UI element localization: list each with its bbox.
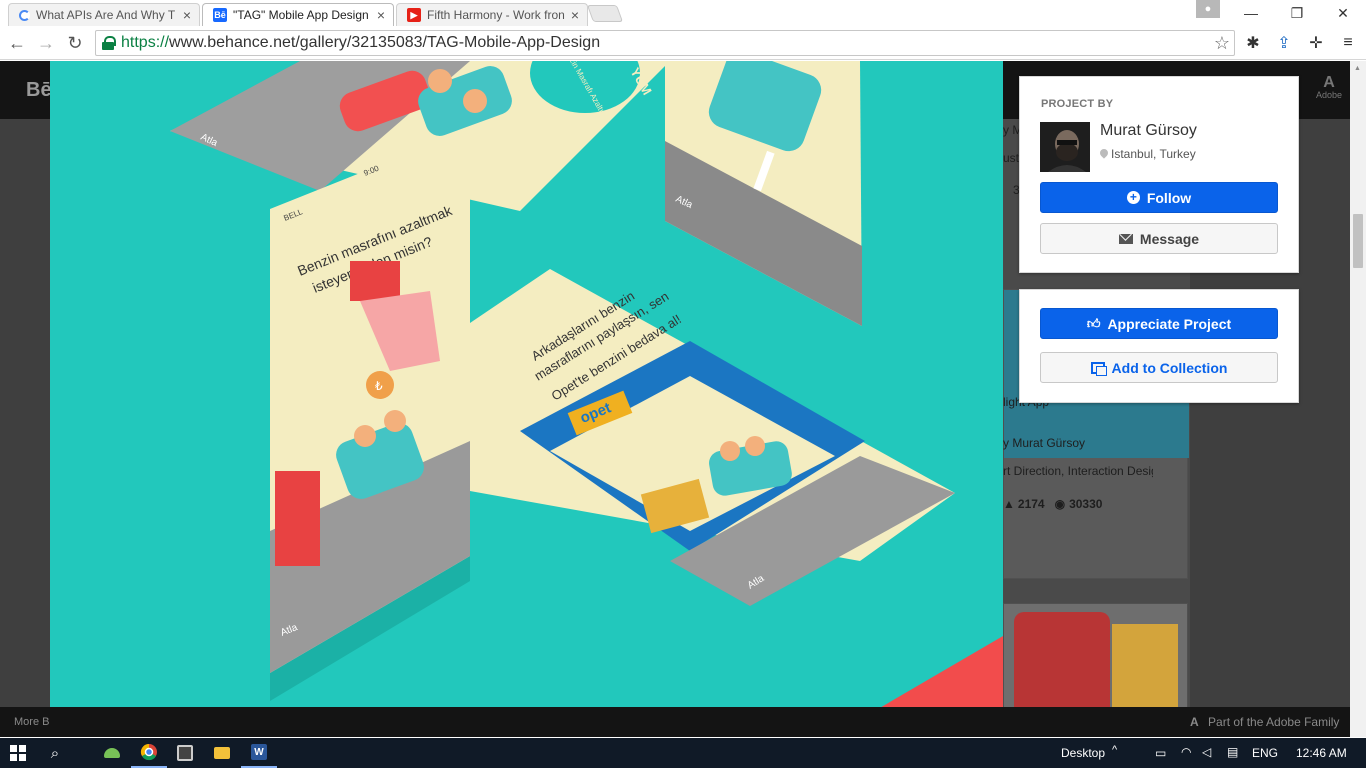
lock-icon: [102, 36, 116, 50]
eye-icon: ◉: [1054, 497, 1066, 511]
clock[interactable]: 12:46 AM: [1296, 746, 1347, 760]
adobe-label: Adobe: [1316, 90, 1343, 100]
close-tab-icon[interactable]: ×: [377, 7, 385, 23]
wifi-icon[interactable]: ◠: [1181, 745, 1191, 759]
browser-tab-strip: What APIs Are And Why T × Bē "TAG" Mobil…: [0, 0, 1366, 26]
bug-extension-icon[interactable]: ✱: [1241, 31, 1265, 55]
chrome-menu-icon[interactable]: ≡: [1336, 31, 1360, 55]
browser-toolbar: ← → ↻ https://www.behance.net/gallery/32…: [0, 26, 1366, 60]
address-bar[interactable]: https://www.behance.net/gallery/32135083…: [95, 30, 1235, 56]
related-project-fields: rt Direction, Interaction Desig...: [1003, 464, 1153, 478]
volume-icon[interactable]: ◁: [1202, 745, 1211, 759]
crosshair-extension-icon[interactable]: ✛: [1304, 31, 1328, 55]
action-center-icon[interactable]: ▤: [1227, 745, 1238, 759]
appreciate-button-label: Appreciate Project: [1107, 315, 1232, 332]
related-snippet: ust: [1003, 151, 1020, 165]
add-to-collection-button[interactable]: Add to Collection: [1040, 352, 1278, 383]
appreciate-project-button[interactable]: 👍︎ Appreciate Project: [1040, 308, 1278, 339]
user-profile-icon[interactable]: ●: [1196, 0, 1220, 18]
scroll-up-icon[interactable]: ▲: [1354, 65, 1361, 72]
views-count: 30330: [1069, 497, 1103, 511]
close-tab-icon[interactable]: ×: [183, 7, 191, 23]
author-location: Istanbul, Turkey: [1100, 147, 1196, 161]
collection-icon: [1090, 361, 1107, 376]
tab-what-apis[interactable]: What APIs Are And Why T ×: [8, 3, 200, 26]
forward-arrow-icon[interactable]: →: [35, 32, 57, 54]
footer-more-link[interactable]: More B: [14, 716, 49, 728]
artwork-illustration: Atla Benzin Masrafı Azaltırım YÜM Atla B…: [170, 61, 1003, 737]
tab-fifth-harmony[interactable]: ▶ Fifth Harmony - Work fron ×: [396, 3, 588, 26]
follow-button-label: Follow: [1146, 189, 1192, 206]
tab-title: Fifth Harmony - Work fron: [427, 8, 565, 22]
url-path: www.behance.net/gallery/32135083/TAG-Mob…: [169, 34, 601, 51]
url-scheme: https://: [121, 34, 170, 51]
behance-logo[interactable]: Bē: [26, 79, 52, 102]
screen-top-right: Atla: [665, 61, 862, 326]
svg-text:₺: ₺: [375, 379, 383, 393]
author-location-text: Istanbul, Turkey: [1111, 147, 1196, 161]
page-viewport: Bē A Adobe y M ust 3 light App y Murat G…: [0, 61, 1350, 737]
close-tab-icon[interactable]: ×: [571, 7, 579, 23]
message-button-label: Message: [1139, 230, 1200, 247]
upload-extension-icon[interactable]: ⇪: [1272, 31, 1296, 55]
message-button[interactable]: Message: [1040, 223, 1278, 254]
windows-taskbar: ⌕ W Desktop ^ ▭ ◠ ◁ ▤ ENG 12:46 AM: [0, 738, 1366, 768]
word-icon[interactable]: W: [241, 738, 277, 768]
avatar[interactable]: [1040, 122, 1090, 172]
author-name[interactable]: Murat Gürsoy: [1100, 122, 1197, 140]
avatar-image: [1040, 122, 1090, 172]
project-owner-panel: PROJECT BY Murat Gürsoy Istanbul, Turkey…: [1019, 76, 1299, 273]
file-explorer-icon[interactable]: [204, 738, 240, 768]
back-arrow-icon[interactable]: ←: [6, 32, 28, 54]
adobe-logo[interactable]: A Adobe: [1316, 75, 1343, 101]
reload-icon[interactable]: ↻: [64, 32, 86, 54]
battery-icon[interactable]: ▭: [1155, 746, 1166, 760]
adobe-icon: A: [1190, 715, 1199, 729]
related-project-stats: ▲ 2174 ◉ 30330: [1003, 497, 1102, 511]
bookmark-star-icon[interactable]: ☆: [1214, 33, 1230, 54]
media-app-icon[interactable]: [167, 738, 203, 768]
thumbs-up-icon: 👍︎: [1086, 315, 1101, 331]
footer-adobe-family-label: Part of the Adobe Family: [1208, 715, 1340, 729]
thumbs-up-icon: ▲: [1003, 497, 1015, 511]
add-collection-label: Add to Collection: [1111, 359, 1228, 376]
language-indicator[interactable]: ENG: [1252, 746, 1278, 760]
footer-adobe-family[interactable]: A Part of the Adobe Family: [1190, 715, 1339, 729]
screen-flat-right: opet Arkadaşlarını benzin masraflarını p…: [470, 269, 955, 606]
restore-window-button[interactable]: ❐: [1274, 0, 1320, 26]
android-studio-icon[interactable]: [94, 738, 130, 768]
new-tab-button[interactable]: [586, 5, 624, 22]
appreciations-count: 2174: [1017, 497, 1045, 511]
chrome-taskbar-icon[interactable]: [131, 738, 167, 768]
youtube-icon: ▶: [407, 8, 421, 22]
tab-tag-mobile-app[interactable]: Bē "TAG" Mobile App Design ×: [202, 3, 394, 26]
behance-icon: Bē: [213, 8, 227, 22]
mail-icon: [1118, 233, 1133, 244]
related-project-author[interactable]: y Murat Gürsoy: [1003, 436, 1085, 450]
follow-button[interactable]: + Follow: [1040, 182, 1278, 213]
page-scrollbar[interactable]: ▲: [1350, 61, 1366, 737]
project-actions-panel: 👍︎ Appreciate Project Add to Collection: [1019, 289, 1299, 403]
search-icon[interactable]: ⌕: [37, 738, 73, 768]
minimize-window-button[interactable]: —: [1228, 0, 1274, 26]
chevron-up-icon[interactable]: ^: [1112, 744, 1117, 756]
close-window-button[interactable]: ✕: [1320, 0, 1366, 26]
desktop-toolbar-label[interactable]: Desktop: [1061, 746, 1105, 760]
location-pin-icon: [1100, 149, 1108, 159]
scrollbar-thumb[interactable]: [1353, 214, 1363, 268]
behance-footer: More B A Part of the Adobe Family: [0, 707, 1350, 737]
loading-icon: [19, 9, 30, 21]
project-by-label: PROJECT BY: [1041, 98, 1114, 110]
tab-title: "TAG" Mobile App Design: [233, 8, 369, 22]
tab-title: What APIs Are And Why T: [36, 8, 176, 22]
plus-circle-icon: +: [1126, 191, 1140, 204]
project-image[interactable]: Atla Benzin Masrafı Azaltırım YÜM Atla B…: [50, 61, 1003, 737]
windows-start-icon[interactable]: [0, 738, 36, 768]
